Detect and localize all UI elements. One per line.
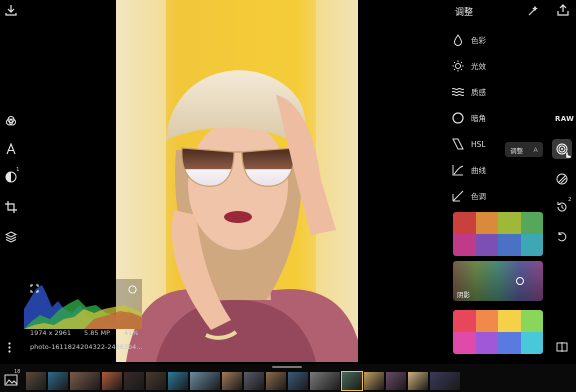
filmstrip-thumbnail[interactable] [190, 372, 220, 390]
preset-card-bright[interactable] [453, 310, 543, 354]
share-icon[interactable] [556, 3, 570, 17]
download-icon[interactable] [4, 3, 18, 17]
swatch [498, 212, 521, 234]
expand-icon[interactable] [29, 283, 39, 293]
filmstrip-thumbnail[interactable] [70, 372, 100, 390]
filmstrip-thumbnail[interactable] [124, 372, 144, 390]
preset-card-colors[interactable] [453, 212, 543, 256]
filmstrip-thumbnail[interactable] [168, 372, 188, 390]
image-dimensions: 1974 x 2961 [30, 329, 72, 337]
zoom-level: 41% [124, 329, 139, 337]
swatch [475, 212, 498, 234]
filmstrip-thumbnail[interactable] [310, 372, 340, 390]
filmstrip-thumbnail[interactable] [364, 372, 384, 390]
swatch [453, 332, 476, 354]
file-name: photo-1611824204322-24963b4... [30, 343, 143, 351]
image-megapixels: 5.85 MP [84, 329, 111, 337]
compare-icon[interactable] [555, 340, 569, 354]
adjust-tooltip: 调整 A [505, 142, 543, 157]
swatch [453, 234, 476, 256]
filmstrip-thumbnail[interactable] [48, 372, 68, 390]
curve-icon [452, 164, 464, 176]
filmstrip-thumbnail[interactable] [341, 371, 363, 391]
swatch [520, 234, 543, 256]
preset-card-label: 阴影 [457, 291, 470, 299]
photo-canvas[interactable] [116, 0, 358, 362]
histogram [24, 279, 142, 329]
swatch [520, 310, 543, 332]
swatch [475, 332, 498, 354]
swatch [475, 310, 498, 332]
text-icon[interactable] [4, 142, 18, 156]
menu-item-label: 暗角 [471, 113, 486, 123]
filmstrip-thumbnail[interactable] [288, 372, 308, 390]
filmstrip-thumbnail[interactable] [102, 372, 122, 390]
menu-item-label: 光效 [471, 61, 486, 71]
stack-icon[interactable] [4, 230, 18, 244]
filmstrip-thumbnail[interactable] [146, 372, 166, 390]
tooltip-shortcut: A [533, 145, 538, 154]
filmstrip-thumbnail[interactable] [430, 372, 460, 390]
menu-item-label: 曲线 [471, 165, 486, 175]
menu-item-texture[interactable]: 质感 [452, 84, 522, 100]
vignette-icon [452, 112, 464, 124]
raw-label[interactable]: RAW [555, 115, 574, 123]
filmstrip-thumbnail[interactable] [244, 372, 264, 390]
preset-card-shadow[interactable]: 阴影 [453, 261, 543, 301]
drop-icon [452, 34, 464, 46]
swatch [498, 310, 521, 332]
swatch [520, 332, 543, 354]
swatch [520, 212, 543, 234]
menu-item-label: 色调 [471, 191, 486, 201]
gallery-count-badge: 18 [14, 369, 21, 375]
undo-icon[interactable] [555, 230, 569, 244]
shadow-picker-dot[interactable] [516, 277, 524, 285]
tooltip-label: 调整 [510, 146, 524, 155]
swatch [453, 212, 476, 234]
more-options-icon[interactable] [4, 340, 14, 354]
menu-item-label: 色彩 [471, 35, 486, 45]
sun-icon [452, 60, 464, 72]
face-badge: 1 [16, 167, 20, 173]
filmstrip-thumbnail[interactable] [26, 372, 46, 390]
filmstrip-scroll-indicator[interactable] [272, 366, 302, 368]
histogram-toggle-icon[interactable] [127, 284, 137, 294]
menu-item-color[interactable]: 色彩 [452, 32, 522, 48]
filmstrip-thumbnail[interactable] [222, 372, 242, 390]
panel-title: 调整 [455, 8, 474, 18]
menu-item-label: HSL [471, 139, 486, 149]
menu-item-curve[interactable]: 曲线 [452, 162, 522, 178]
menu-item-label: 质感 [471, 87, 486, 97]
swatch [498, 234, 521, 256]
swatch [453, 310, 476, 332]
heal-icon[interactable] [555, 172, 569, 186]
swatch [498, 332, 521, 354]
history-icon[interactable] [555, 200, 569, 214]
crop-icon[interactable] [4, 200, 18, 214]
filmstrip-thumbnail[interactable] [408, 372, 428, 390]
menu-item-light[interactable]: 光效 [452, 58, 522, 74]
history-badge: 2 [568, 197, 572, 203]
filmstrip-thumbnail[interactable] [266, 372, 286, 390]
swatch [475, 234, 498, 256]
menu-item-vignette[interactable]: 暗角 [452, 110, 522, 126]
menu-item-tone[interactable]: 色调 [452, 188, 522, 204]
cursor-hand-icon [563, 149, 572, 159]
layers-overlap-icon[interactable] [4, 114, 18, 128]
waves-icon [452, 86, 464, 98]
magic-wand-icon[interactable] [526, 4, 540, 18]
filmstrip-thumbnail[interactable] [386, 372, 406, 390]
split-tone-icon [452, 190, 464, 202]
hsl-icon [452, 138, 464, 150]
